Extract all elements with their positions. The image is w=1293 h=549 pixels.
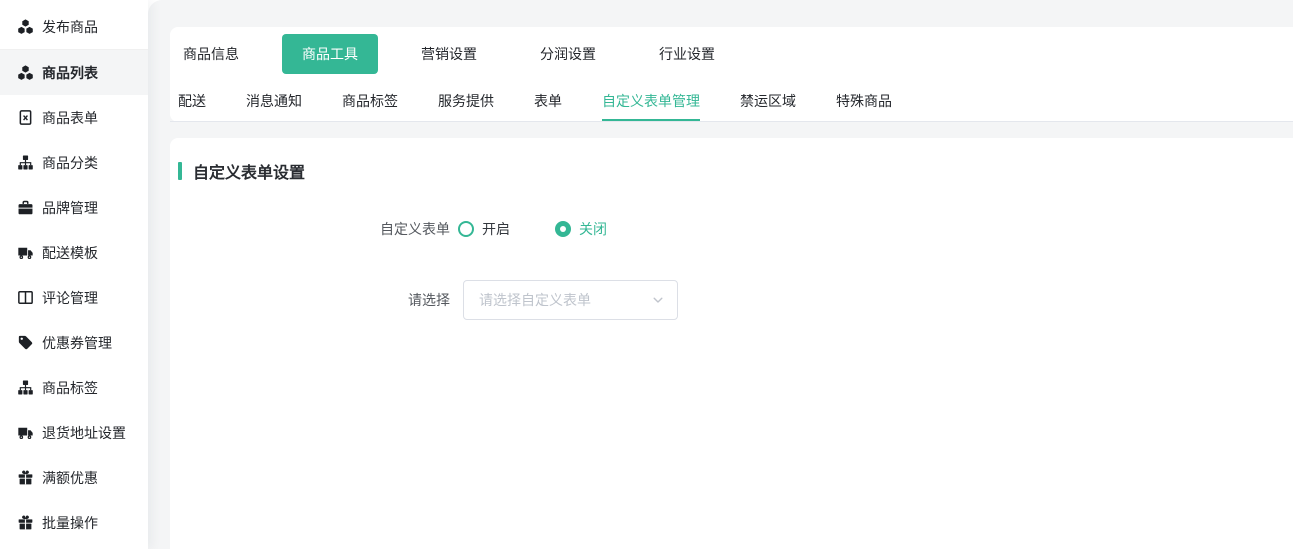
gift-icon (17, 470, 33, 486)
tab-industry-settings[interactable]: 行业设置 (659, 44, 715, 64)
main-area: 商品信息 商品工具 营销设置 分润设置 行业设置 配送 消息通知 商品标签 服务… (148, 0, 1293, 549)
tabs-card: 商品信息 商品工具 营销设置 分润设置 行业设置 配送 消息通知 商品标签 服务… (170, 27, 1293, 122)
sidebar-item-label: 批量操作 (42, 513, 98, 533)
tab-profit-settings[interactable]: 分润设置 (540, 44, 596, 64)
section-title: 自定义表单设置 (178, 159, 1293, 183)
gift-icon (17, 515, 33, 531)
sidebar-item-brand-management[interactable]: 品牌管理 (0, 185, 148, 230)
sidebar-item-label: 优惠券管理 (42, 333, 112, 353)
sidebar-item-label: 满额优惠 (42, 468, 98, 488)
tab-product-info[interactable]: 商品信息 (183, 44, 239, 64)
truck-icon (17, 245, 33, 261)
custom-form-radio-group: 开启 关闭 (458, 219, 607, 239)
sidebar-item-shipping-template[interactable]: 配送模板 (0, 230, 148, 275)
secondary-tab-bar: 配送 消息通知 商品标签 服务提供 表单 自定义表单管理 禁运区域 特殊商品 (170, 81, 1293, 122)
sidebar-item-full-discount[interactable]: 满额优惠 (0, 455, 148, 500)
radio-off[interactable]: 关闭 (555, 219, 607, 239)
title-accent-bar (178, 162, 182, 180)
tag-icon (17, 335, 33, 351)
custom-form-select-row: 请选择 请选择自定义表单 (170, 280, 1293, 320)
select-placeholder: 请选择自定义表单 (479, 290, 591, 310)
select-label: 请选择 (170, 290, 450, 310)
subtab-special-product[interactable]: 特殊商品 (836, 81, 892, 121)
custom-form-select[interactable]: 请选择自定义表单 (463, 280, 678, 320)
sidebar-item-publish-product[interactable]: 发布商品 (0, 4, 148, 49)
radio-on-label: 开启 (482, 219, 510, 239)
sidebar-item-label: 商品标签 (42, 378, 98, 398)
sidebar-item-label: 评论管理 (42, 288, 98, 308)
radio-on[interactable]: 开启 (458, 219, 510, 239)
subtab-form[interactable]: 表单 (534, 81, 562, 121)
file-excel-icon (17, 110, 33, 126)
subtab-custom-form-management[interactable]: 自定义表单管理 (602, 81, 700, 121)
sidebar-item-label: 品牌管理 (42, 198, 98, 218)
section-title-text: 自定义表单设置 (193, 159, 305, 183)
briefcase-icon (17, 200, 33, 216)
sidebar-item-label: 发布商品 (42, 17, 98, 37)
cubes-icon (17, 65, 33, 81)
radio-circle-icon (458, 221, 474, 237)
subtab-message-notify[interactable]: 消息通知 (246, 81, 302, 121)
tab-marketing-settings[interactable]: 营销设置 (421, 44, 477, 64)
sidebar: 发布商品 商品列表 商品表单 商品分类 品牌管理 (0, 0, 148, 549)
sidebar-item-return-address[interactable]: 退货地址设置 (0, 410, 148, 455)
subtab-product-tags[interactable]: 商品标签 (342, 81, 398, 121)
sidebar-item-product-list[interactable]: 商品列表 (0, 50, 148, 95)
cubes-icon (17, 19, 33, 35)
subtab-embargo-area[interactable]: 禁运区域 (740, 81, 796, 121)
primary-tab-bar: 商品信息 商品工具 营销设置 分润设置 行业设置 (170, 27, 1293, 81)
content-card: 自定义表单设置 自定义表单 开启 关闭 (170, 138, 1293, 549)
sidebar-item-product-form[interactable]: 商品表单 (0, 95, 148, 140)
tab-product-tools[interactable]: 商品工具 (282, 34, 378, 74)
sidebar-item-product-tags[interactable]: 商品标签 (0, 365, 148, 410)
subtab-service-provide[interactable]: 服务提供 (438, 81, 494, 121)
columns-icon (17, 290, 33, 306)
custom-form-settings-form: 自定义表单 开启 关闭 请选择 (170, 219, 1293, 320)
custom-form-label: 自定义表单 (170, 219, 450, 239)
sitemap-icon (17, 380, 33, 396)
subtab-shipping[interactable]: 配送 (178, 81, 206, 121)
truck-icon (17, 425, 33, 441)
sidebar-item-coupon-management[interactable]: 优惠券管理 (0, 320, 148, 365)
sidebar-item-product-category[interactable]: 商品分类 (0, 140, 148, 185)
custom-form-toggle-row: 自定义表单 开启 关闭 (170, 219, 1293, 239)
sidebar-item-review-management[interactable]: 评论管理 (0, 275, 148, 320)
sidebar-item-label: 商品分类 (42, 153, 98, 173)
sidebar-item-label: 退货地址设置 (42, 423, 126, 443)
product-admin-page: 发布商品 商品列表 商品表单 商品分类 品牌管理 (0, 0, 1293, 549)
sidebar-item-label: 商品列表 (42, 63, 98, 83)
sidebar-item-label: 配送模板 (42, 243, 98, 263)
radio-circle-icon (555, 221, 571, 237)
radio-off-label: 关闭 (579, 219, 607, 239)
chevron-down-icon (652, 294, 664, 306)
sidebar-item-batch-operation[interactable]: 批量操作 (0, 500, 148, 545)
sidebar-item-label: 商品表单 (42, 108, 98, 128)
sitemap-icon (17, 155, 33, 171)
